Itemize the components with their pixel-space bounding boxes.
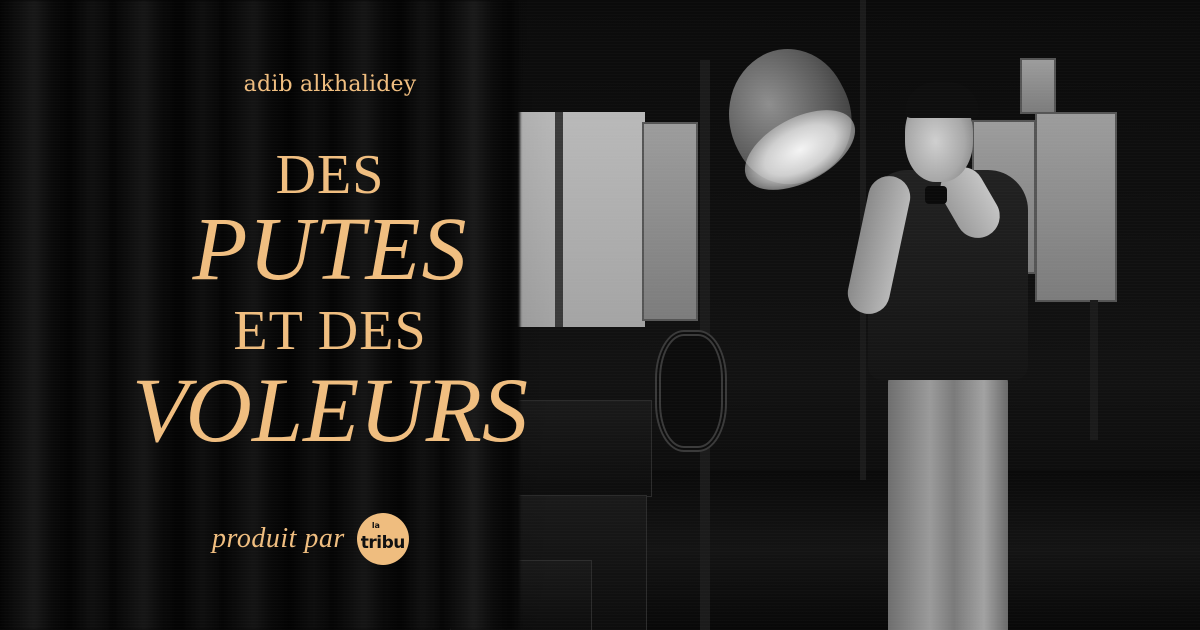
person-legs	[888, 365, 1008, 630]
title-line-putes: PUTES	[192, 200, 468, 299]
title-line-voleurs: VOLEURS	[132, 359, 528, 461]
title-line-et-des: ET DES	[233, 300, 427, 362]
electrical-panel	[642, 122, 698, 321]
la-tribu-logo: la tribu	[356, 513, 409, 565]
author-name: adib alkhalidey	[243, 72, 417, 97]
person-watch	[925, 186, 947, 204]
logo-la-text: la	[371, 521, 380, 530]
poster: adib alkhalidey DES PUTES ET DES VOLEURS…	[0, 0, 1200, 630]
producer-credit: produit par la tribu	[212, 513, 409, 565]
cable-coil	[655, 330, 727, 452]
electrical-panel	[1035, 112, 1117, 302]
logo-tribu-text: tribu	[360, 532, 406, 553]
stage-pole	[1090, 300, 1098, 440]
producer-label: produit par	[212, 523, 345, 554]
electrical-box	[1020, 58, 1056, 114]
